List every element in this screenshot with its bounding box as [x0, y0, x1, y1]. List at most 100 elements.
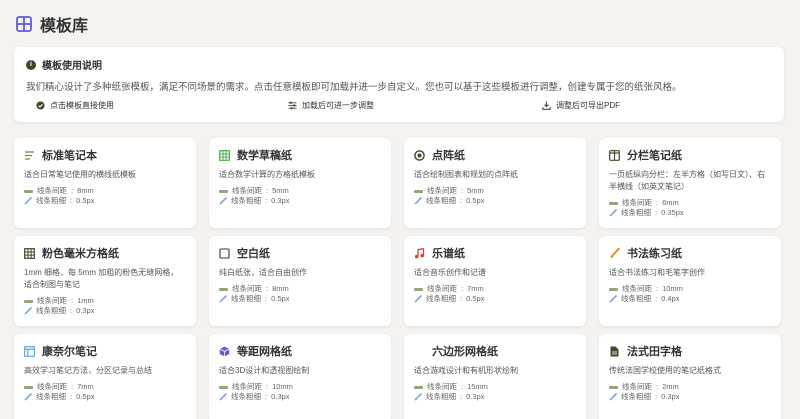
- spacing-sep: :: [71, 186, 74, 195]
- card-title-row: 标准笔记本: [24, 147, 186, 163]
- card-title: 乐谱纸: [432, 248, 465, 260]
- template-card[interactable]: 等距网格纸 适合3D设计和透视图绘制 线条间距: 10mm 线条粗细: 0.3p…: [209, 334, 391, 419]
- ruler-icon: [414, 287, 423, 291]
- template-card[interactable]: 书法练习纸 适合书法练习和毛笔字创作 线条间距: 10mm 线条粗细: 0.4p…: [599, 236, 781, 326]
- card-meta: 线条间距: 8mm 线条粗细: 0.5px: [219, 284, 381, 304]
- pen-icon: [219, 295, 227, 303]
- template-card[interactable]: 法式田字格 传统法国学校使用的笔记纸格式 线条间距: 2mm 线条粗细: 0.3…: [599, 334, 781, 419]
- spacing-value: 8mm: [77, 186, 94, 195]
- spacing-value: 5mm: [467, 186, 484, 195]
- spacing-label: 线条间距: [622, 284, 652, 293]
- thickness-value: 0.3px: [466, 392, 485, 401]
- spacing-sep: :: [656, 284, 659, 293]
- card-title-row: 等距网格纸: [219, 343, 381, 359]
- card-title: 等距网格纸: [237, 346, 292, 358]
- card-title: 书法练习纸: [627, 248, 682, 260]
- thickness-label: 线条粗细: [231, 196, 261, 205]
- card-description: 高效学习笔记方法，分区记录与总结: [24, 366, 152, 375]
- card-meta: 线条间距: 15mm 线条粗细: 0.3px: [414, 382, 576, 402]
- ruler-icon: [609, 385, 618, 389]
- line-thickness-row: 线条粗细: 0.5px: [414, 196, 576, 206]
- spacing-value: 6mm: [662, 198, 679, 207]
- card-title-row: 数学草稿纸: [219, 147, 381, 163]
- spacing-label: 线条间距: [232, 186, 262, 195]
- check-circle-icon: [36, 101, 45, 110]
- sliders-icon: [288, 101, 297, 110]
- template-card[interactable]: 标准笔记本 适合日常笔记使用的横线纸模板 线条间距: 8mm 线条粗细: 0.5…: [14, 138, 196, 228]
- thickness-label: 线条粗细: [621, 208, 651, 217]
- thickness-sep: :: [460, 196, 463, 205]
- card-title: 康奈尔笔记: [42, 346, 97, 358]
- card-meta: 线条间距: 6mm 线条粗细: 0.35px: [609, 198, 771, 218]
- card-meta: 线条间距: 5mm 线条粗细: 0.5px: [414, 186, 576, 206]
- ruler-icon: [24, 385, 33, 389]
- download-icon: [542, 101, 551, 110]
- pen-icon: [609, 209, 617, 217]
- card-description: 适合书法练习和毛笔字创作: [609, 268, 705, 277]
- line-thickness-row: 线条粗细: 0.3px: [24, 306, 186, 316]
- spacing-value: 15mm: [467, 382, 488, 391]
- spacing-sep: :: [266, 284, 269, 293]
- template-card[interactable]: 粉色毫米方格纸 1mm 细格、每 5mm 加粗的粉色无缝网格，适合制图与笔记 线…: [14, 236, 196, 326]
- line-thickness-row: 线条粗细: 0.5px: [219, 294, 381, 304]
- line-spacing-row: 线条间距: 5mm: [414, 186, 576, 196]
- spacing-label: 线条间距: [232, 284, 262, 293]
- ruler-icon: [219, 287, 228, 291]
- thickness-label: 线条粗细: [231, 392, 261, 401]
- page-header: 模板库: [16, 12, 88, 36]
- thickness-value: 0.5px: [466, 294, 485, 303]
- card-meta: 线条间距: 10mm 线条粗细: 0.3px: [219, 382, 381, 402]
- thickness-sep: :: [70, 306, 73, 315]
- feature-item: 加载后可进一步调整: [288, 100, 374, 111]
- lines-icon: [25, 150, 34, 160]
- feature-label: 加载后可进一步调整: [302, 101, 374, 110]
- card-description: 适合绘制图表和规划的点阵纸: [414, 170, 518, 179]
- card-meta: 线条间距: 7mm 线条粗细: 0.5px: [414, 284, 576, 304]
- thickness-value: 0.5px: [466, 196, 485, 205]
- thickness-label: 线条粗细: [426, 196, 456, 205]
- template-card[interactable]: 康奈尔笔记 高效学习笔记方法，分区记录与总结 线条间距: 7mm 线条粗细: 0…: [14, 334, 196, 419]
- feature-item: 点击模板直接使用: [36, 100, 114, 111]
- spacing-value: 7mm: [77, 382, 94, 391]
- ruler-icon: [219, 385, 228, 389]
- template-card[interactable]: 乐谱纸 适合音乐创作和记谱 线条间距: 7mm 线条粗细: 0.5px: [404, 236, 586, 326]
- spacing-sep: :: [71, 382, 74, 391]
- pen-icon: [24, 307, 32, 315]
- info-description: 我们精心设计了多种纸张模板，满足不同场景的需求。点击任意模板即可加载并进一步自定…: [26, 82, 682, 93]
- thickness-label: 线条粗细: [36, 196, 66, 205]
- template-card[interactable]: 分栏笔记纸 一页纸纵向分栏：左半方格（如写日文）、右半横线（如英文笔记） 线条间…: [599, 138, 781, 228]
- thickness-sep: :: [70, 196, 73, 205]
- thickness-sep: :: [460, 392, 463, 401]
- thickness-value: 0.5px: [76, 392, 95, 401]
- file-doc-icon: [610, 346, 619, 356]
- template-card[interactable]: 点阵纸 适合绘制图表和规划的点阵纸 线条间距: 5mm 线条粗细: 0.5px: [404, 138, 586, 228]
- spacing-value: 7mm: [467, 284, 484, 293]
- line-spacing-row: 线条间距: 7mm: [24, 382, 186, 392]
- thickness-sep: :: [460, 294, 463, 303]
- info-heading: i 模板使用说明: [26, 57, 772, 72]
- spacing-value: 10mm: [662, 284, 683, 293]
- line-thickness-row: 线条粗细: 0.3px: [414, 392, 576, 402]
- line-spacing-row: 线条间距: 5mm: [219, 186, 381, 196]
- feature-item: 调整后可导出PDF: [542, 100, 620, 111]
- card-description: 适合游戏设计和有机形状绘制: [414, 366, 518, 375]
- spacing-label: 线条间距: [622, 198, 652, 207]
- hexagon-icon: [414, 346, 425, 357]
- card-title-row: 康奈尔笔记: [24, 343, 186, 359]
- card-title-row: 乐谱纸: [414, 245, 576, 261]
- template-card[interactable]: 数学草稿纸 适合数学计算的方格纸模板 线条间距: 5mm 线条粗细: 0.3px: [209, 138, 391, 228]
- pen-icon: [24, 393, 32, 401]
- template-card[interactable]: 六边形网格纸 适合游戏设计和有机形状绘制 线条间距: 15mm 线条粗细: 0.…: [404, 334, 586, 419]
- thickness-value: 0.3px: [271, 196, 290, 205]
- line-thickness-row: 线条粗细: 0.5px: [24, 392, 186, 402]
- grid-icon: [16, 16, 32, 32]
- info-icon: i: [26, 59, 36, 70]
- template-card[interactable]: 空白纸 纯白纸张，适合自由创作 线条间距: 8mm 线条粗细: 0.5px: [209, 236, 391, 326]
- card-title: 数学草稿纸: [237, 150, 292, 162]
- thickness-value: 0.5px: [76, 196, 95, 205]
- layout-icon: [24, 345, 35, 357]
- card-description: 1mm 细格、每 5mm 加粗的粉色无缝网格，适合制图与笔记: [24, 268, 179, 289]
- spacing-label: 线条间距: [37, 296, 67, 305]
- info-features: 点击模板直接使用 加载后可进一步调整 调整后可导出PDF: [26, 100, 772, 114]
- card-title: 法式田字格: [627, 346, 682, 358]
